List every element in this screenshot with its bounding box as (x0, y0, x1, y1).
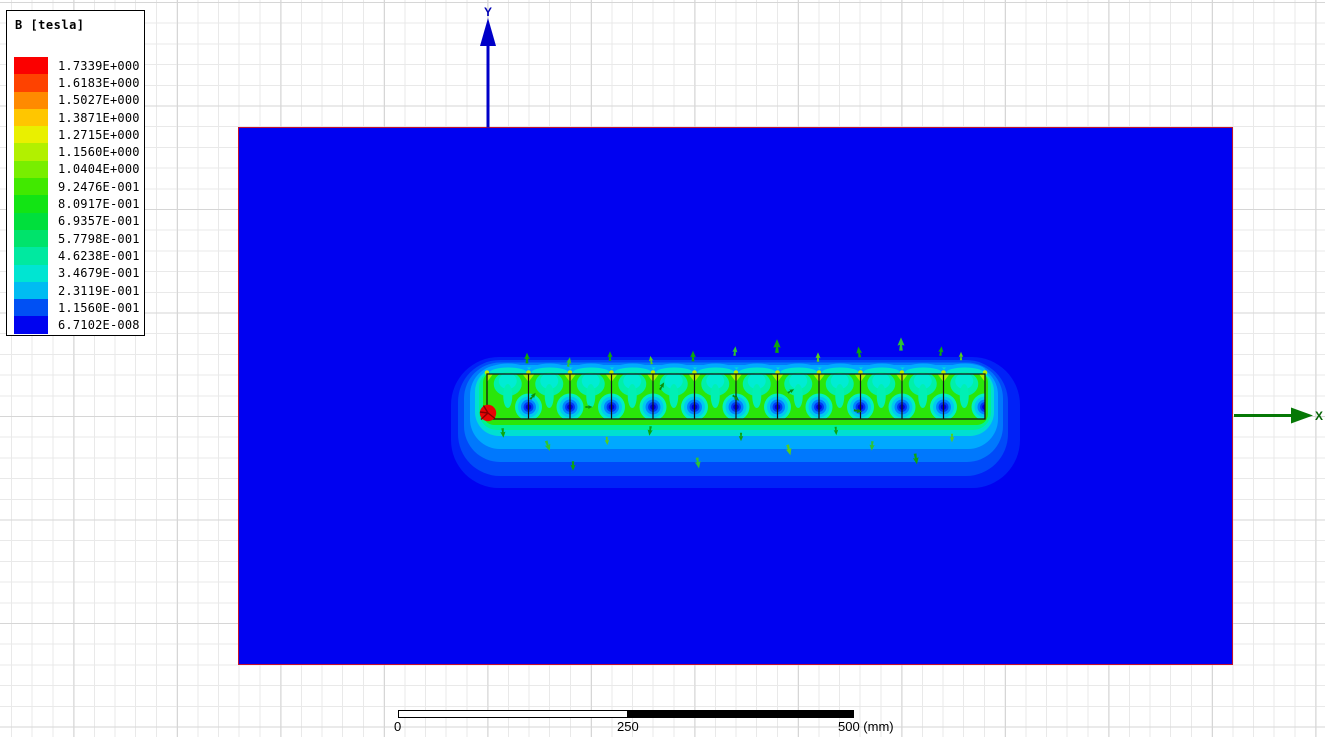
legend-entry: 5.7798E-001 (14, 229, 140, 248)
legend-entry: 1.1560E+000 (14, 143, 140, 161)
x-axis-label: X (1315, 409, 1323, 423)
legend-box[interactable]: B [tesla] 1.7339E+000 1.6183E+000 1.5027E+… (6, 10, 145, 336)
legend-swatch (14, 57, 48, 75)
legend-swatch (14, 178, 48, 196)
scale-tick-250: 250 (617, 719, 639, 734)
legend-entry: 1.1560E-001 (14, 299, 140, 317)
legend-entry: 1.3871E+000 (14, 108, 140, 127)
legend-entry: 1.7339E+000 (14, 57, 140, 75)
legend-entry: 1.0404E+000 (14, 160, 140, 179)
y-axis: Y (480, 5, 496, 128)
legend-entry: 6.7102E-008 (14, 316, 140, 334)
legend-value: 6.7102E-008 (58, 318, 140, 333)
legend-entry: 9.2476E-001 (14, 178, 140, 196)
legend-value: 3.4679E-001 (58, 266, 140, 281)
scale-bar-segment-black (628, 710, 854, 718)
legend-value: 4.6238E-001 (58, 248, 140, 263)
legend-value: 1.2715E+000 (58, 127, 140, 142)
legend-entry: 3.4679E-001 (14, 264, 140, 282)
legend-swatch (14, 126, 48, 144)
legend-value: 2.3119E-001 (58, 283, 140, 298)
legend-swatch (14, 212, 48, 230)
viewport[interactable]: Y X B [tesla] 1.7339E+000 1.6183E+000 1.50… (0, 0, 1325, 737)
scale-tick-500: 500 (mm) (838, 719, 894, 734)
legend-entry: 2.3119E-001 (14, 281, 140, 300)
legend-swatch (14, 160, 48, 179)
legend-entry: 8.0917E-001 (14, 195, 140, 213)
legend-swatch (14, 229, 48, 248)
legend-value: 8.0917E-001 (58, 197, 140, 212)
legend-value: 5.7798E-001 (58, 231, 140, 246)
legend-value: 9.2476E-001 (58, 179, 140, 194)
legend-swatch (14, 143, 48, 161)
legend-swatch (14, 74, 48, 92)
legend-swatch (14, 108, 48, 127)
legend-swatch (14, 264, 48, 282)
legend-swatch (14, 299, 48, 317)
legend-value: 1.1560E+000 (58, 145, 140, 160)
legend-value: 6.9357E-001 (58, 214, 140, 229)
scale-bar-segment-white (398, 710, 628, 718)
legend-swatch (14, 316, 48, 334)
legend-entry: 4.6238E-001 (14, 247, 140, 265)
legend-swatch (14, 195, 48, 213)
legend-swatch (14, 281, 48, 300)
legend-value: 1.6183E+000 (58, 75, 140, 90)
legend-entry: 1.2715E+000 (14, 126, 140, 144)
y-axis-label: Y (484, 5, 492, 19)
legend-swatch (14, 247, 48, 265)
x-axis-arrow-icon (1291, 407, 1313, 424)
x-axis: X (1234, 407, 1323, 424)
legend-entry: 1.6183E+000 (14, 74, 140, 92)
legend-value: 1.7339E+000 (58, 58, 140, 73)
legend-entry: 1.5027E+000 (14, 91, 140, 109)
y-axis-arrow-icon (480, 18, 496, 46)
legend-value: 1.5027E+000 (58, 93, 140, 108)
scale-tick-0: 0 (394, 719, 402, 734)
simulation-domain (238, 127, 1233, 665)
legend-swatch (14, 91, 48, 109)
legend-entries: 1.7339E+000 1.6183E+000 1.5027E+000 1.3871E… (14, 57, 140, 334)
legend-value: 1.1560E-001 (58, 300, 140, 315)
legend-entry: 6.9357E-001 (14, 212, 140, 230)
legend-title: B [tesla] (15, 18, 85, 32)
legend-value: 1.3871E+000 (58, 110, 140, 125)
legend-value: 1.0404E+000 (58, 162, 140, 177)
